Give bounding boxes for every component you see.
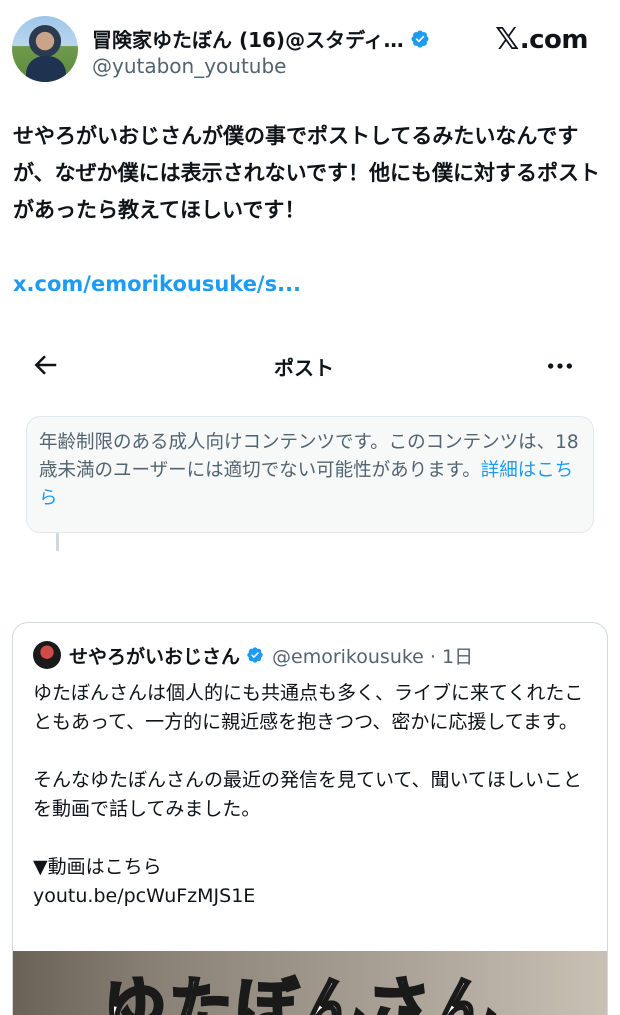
author-avatar[interactable] — [12, 16, 78, 82]
more-icon[interactable] — [544, 350, 576, 382]
quoted-author-avatar[interactable] — [33, 641, 61, 669]
post-nav-bar: ポスト — [24, 344, 584, 390]
quoted-post-text: ゆたぼんさんは個人的にも共通点も多く、ライブに来てくれたこともあって、一方的に親… — [33, 679, 593, 911]
tweet-text: せやろがいおじさんが僕の事でポストしてるみたいなんですが、なぜか僕には表示されな… — [13, 124, 600, 222]
quoted-video-link[interactable]: youtu.be/pcWuFzMJS1E — [33, 882, 593, 911]
nav-title: ポスト — [274, 356, 334, 380]
verified-badge-icon — [247, 647, 263, 663]
tweet-header: 冒険家ゆたぼん (16)@スタディ… @yutabon_youtube 𝕏 .c… — [12, 16, 608, 88]
quoted-video-thumbnail[interactable]: ゆたぼんさん — [13, 951, 607, 1015]
author-display-name[interactable]: 冒険家ゆたぼん (16)@スタディ… — [92, 24, 404, 53]
tweet-link[interactable]: x.com/emorikousuke/s... — [13, 272, 301, 296]
quoted-text-paragraph: そんなゆたぼんさんの最近の発信を見ていて、聞いてほしいことを動画で話してみました… — [33, 769, 582, 820]
x-logo-icon: 𝕏 — [495, 22, 519, 57]
quoted-text-paragraph: ▼動画はこちら — [33, 856, 162, 878]
quoted-post[interactable]: せやろがいおじさん @emorikousuke · 1日 ゆたぼんさんは個人的に… — [12, 622, 608, 1015]
quoted-author-handle-time[interactable]: @emorikousuke · 1日 — [272, 642, 473, 669]
quoted-author-name[interactable]: せやろがいおじさん — [69, 642, 240, 669]
quoted-text-paragraph: ゆたぼんさんは個人的にも共通点も多く、ライブに来てくれたこともあって、一方的に親… — [33, 682, 584, 733]
x-logo: 𝕏 .com — [495, 22, 588, 57]
thumbnail-caption: ゆたぼんさん — [102, 971, 499, 1015]
quoted-post-header: せやろがいおじさん @emorikousuke · 1日 — [33, 641, 473, 669]
author-handle[interactable]: @yutabon_youtube — [92, 54, 286, 78]
age-restriction-notice: 年齢制限のある成人向けコンテンツです。このコンテンツは、18歳未満のユーザーには… — [26, 416, 594, 533]
thread-line — [56, 533, 59, 551]
author-name-row: 冒険家ゆたぼん (16)@スタディ… — [92, 24, 430, 53]
x-logo-text: .com — [519, 24, 589, 55]
verified-badge-icon — [411, 29, 429, 48]
